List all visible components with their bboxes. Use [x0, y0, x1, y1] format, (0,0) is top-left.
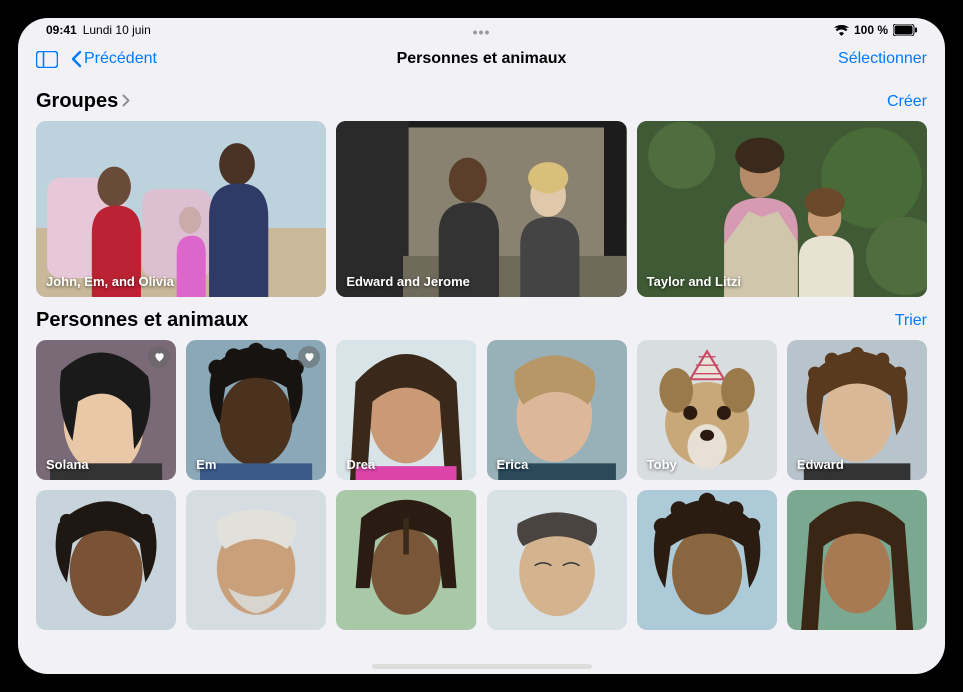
- heart-icon: [304, 352, 315, 362]
- person-image: [336, 490, 476, 630]
- person-card[interactable]: [637, 490, 777, 630]
- status-date: Lundi 10 juin: [83, 23, 151, 37]
- person-label: Erica: [497, 457, 529, 472]
- person-card[interactable]: Edward: [787, 340, 927, 480]
- content-scroll[interactable]: Groupes Créer: [18, 80, 945, 674]
- person-label: Drea: [346, 457, 375, 472]
- person-card[interactable]: Drea: [336, 340, 476, 480]
- person-card[interactable]: [487, 490, 627, 630]
- person-label: Solana: [46, 457, 89, 472]
- person-image: [487, 490, 627, 630]
- battery-icon: [893, 24, 917, 36]
- person-card[interactable]: Toby: [637, 340, 777, 480]
- person-label: Toby: [647, 457, 677, 472]
- person-card[interactable]: [336, 490, 476, 630]
- status-right: 100 %: [834, 23, 917, 37]
- person-image: [787, 490, 927, 630]
- groups-row: John, Em, and Olivia Edward and J: [36, 121, 927, 297]
- group-label: Taylor and Litzi: [647, 274, 741, 289]
- person-card[interactable]: Erica: [487, 340, 627, 480]
- people-title: Personnes et animaux: [36, 309, 248, 332]
- person-label: Em: [196, 457, 216, 472]
- group-card[interactable]: Taylor and Litzi: [637, 121, 927, 297]
- group-label: John, Em, and Olivia: [46, 274, 174, 289]
- home-indicator[interactable]: [372, 664, 592, 669]
- group-card[interactable]: John, Em, and Olivia: [36, 121, 326, 297]
- person-card[interactable]: Solana: [36, 340, 176, 480]
- person-label: Edward: [797, 457, 844, 472]
- status-time: 09:41: [46, 23, 77, 37]
- group-card[interactable]: Edward and Jerome: [336, 121, 626, 297]
- page-title: Personnes et animaux: [397, 50, 567, 68]
- back-label: Précédent: [84, 50, 157, 68]
- people-header: Personnes et animaux Trier: [36, 309, 927, 332]
- create-group-button[interactable]: Créer: [887, 93, 927, 111]
- group-label: Edward and Jerome: [346, 274, 470, 289]
- sidebar-toggle-icon[interactable]: [36, 51, 58, 68]
- person-image: [186, 490, 326, 630]
- status-left: 09:41 Lundi 10 juin: [46, 23, 151, 37]
- person-image: [637, 490, 777, 630]
- sort-button[interactable]: Trier: [895, 312, 927, 330]
- group-image: [336, 121, 626, 297]
- people-title-label: Personnes et animaux: [36, 309, 248, 332]
- screen: 09:41 Lundi 10 juin ••• 100 %: [18, 18, 945, 674]
- status-battery-text: 100 %: [854, 23, 888, 37]
- favorite-badge: [148, 346, 170, 368]
- people-grid: Solana Em: [36, 340, 927, 630]
- status-bar: 09:41 Lundi 10 juin ••• 100 %: [18, 18, 945, 38]
- person-image: [36, 490, 176, 630]
- person-card[interactable]: [186, 490, 326, 630]
- ipad-frame: 09:41 Lundi 10 juin ••• 100 %: [0, 0, 963, 692]
- group-image: [637, 121, 927, 297]
- group-image: [36, 121, 326, 297]
- select-button[interactable]: Sélectionner: [838, 50, 927, 68]
- chevron-right-icon: [122, 94, 130, 110]
- wifi-icon: [834, 25, 849, 36]
- person-card[interactable]: [36, 490, 176, 630]
- groups-title-label: Groupes: [36, 90, 118, 113]
- back-button[interactable]: Précédent: [70, 50, 157, 68]
- groups-header: Groupes Créer: [36, 90, 927, 113]
- person-card[interactable]: Em: [186, 340, 326, 480]
- chevron-left-icon: [70, 50, 82, 68]
- groups-title-button[interactable]: Groupes: [36, 90, 130, 113]
- nav-bar: Précédent Personnes et animaux Sélection…: [18, 38, 945, 80]
- heart-icon: [154, 352, 165, 362]
- person-card[interactable]: [787, 490, 927, 630]
